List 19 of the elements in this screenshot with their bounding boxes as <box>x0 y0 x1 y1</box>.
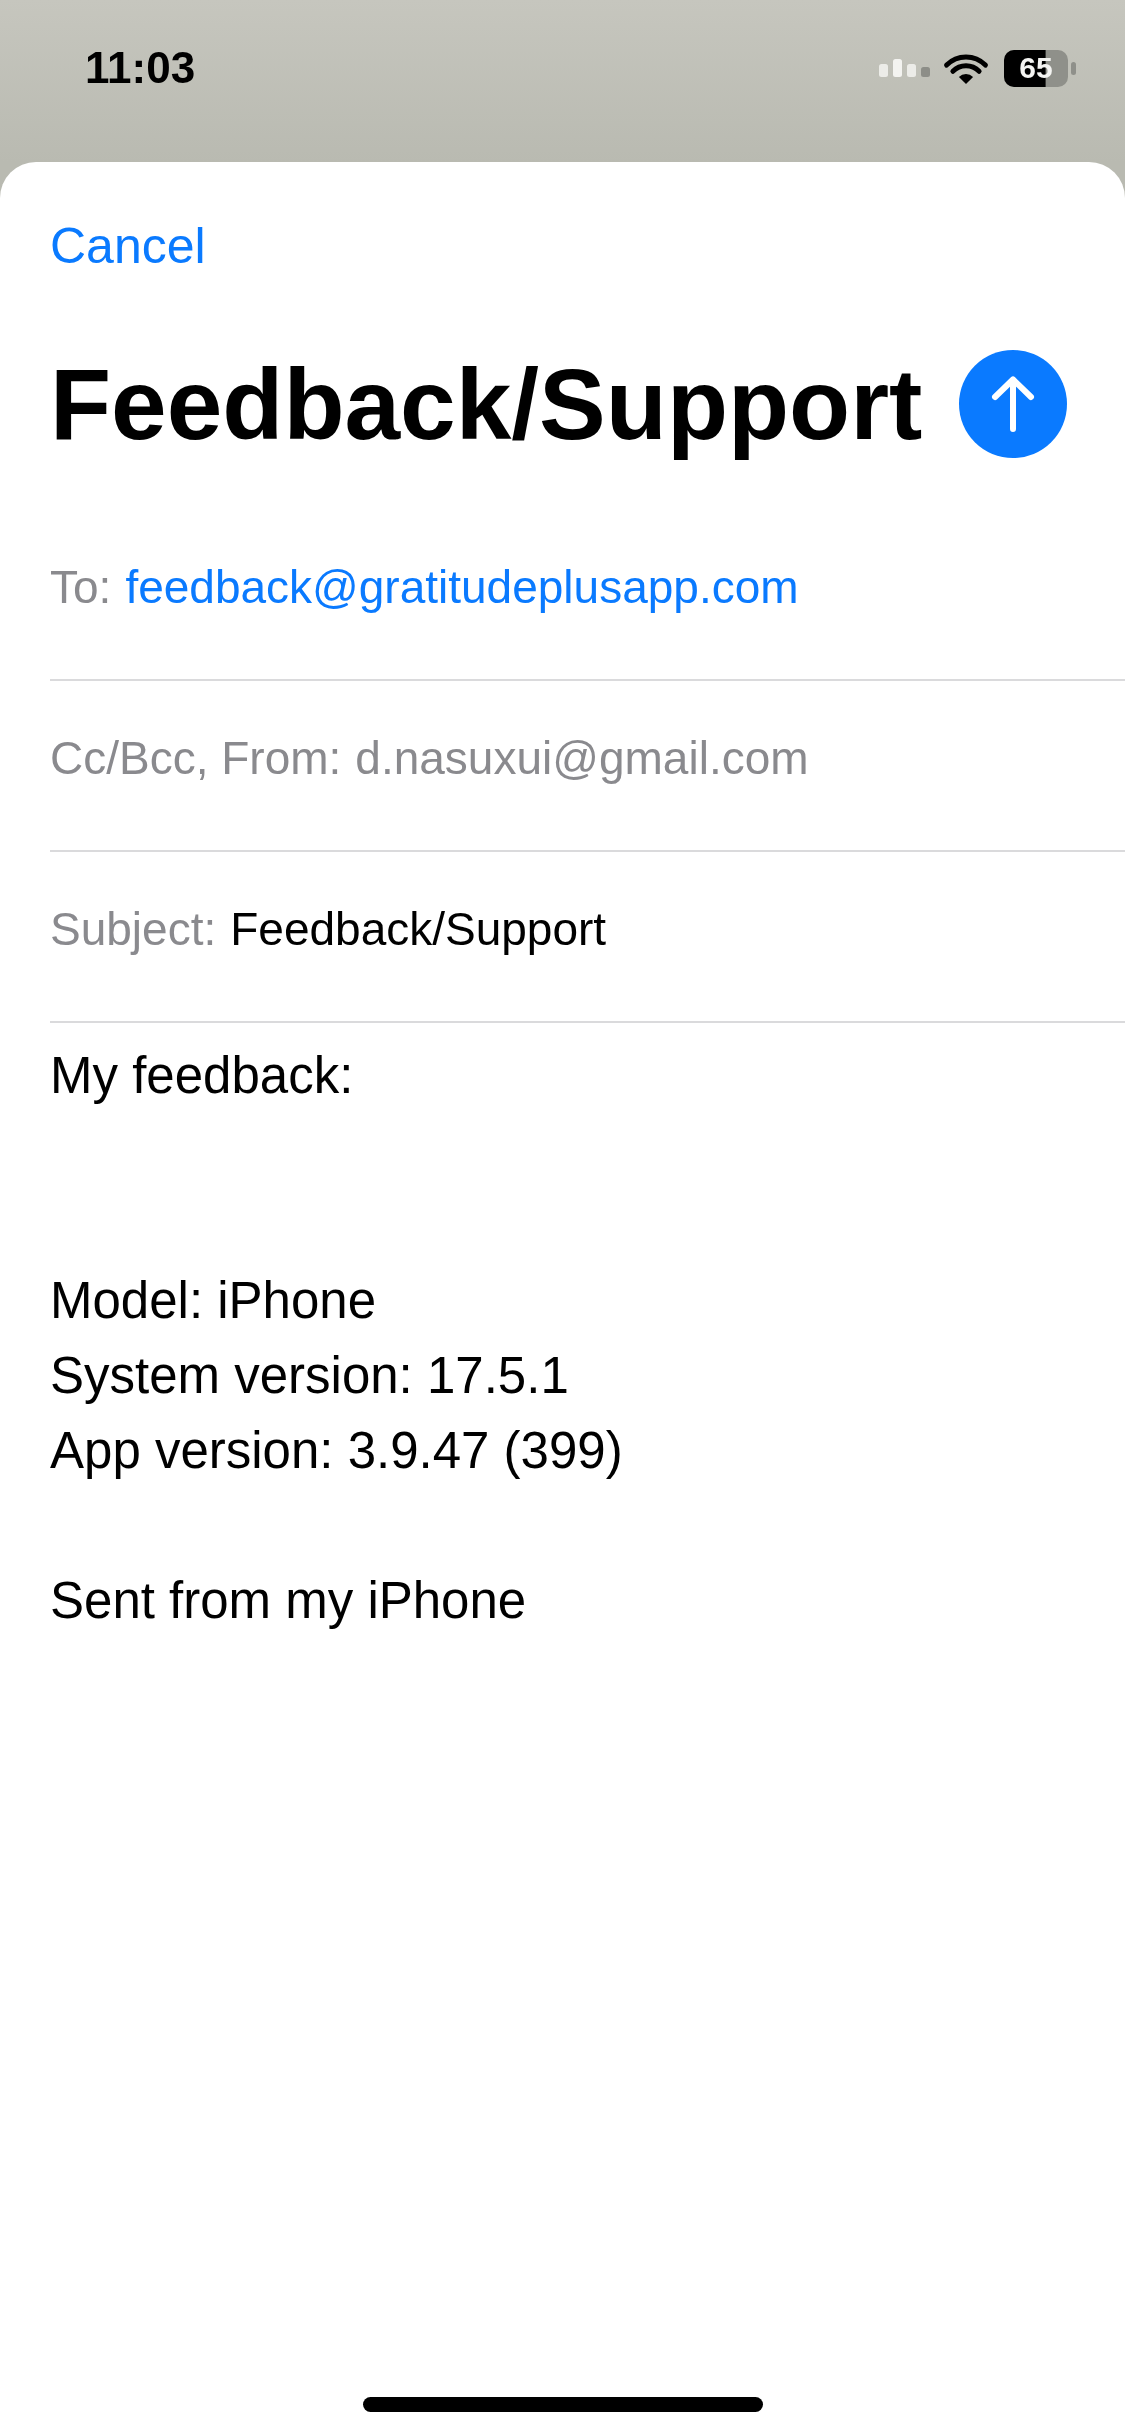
arrow-up-icon <box>991 376 1035 432</box>
compose-title: Feedback/Support <box>50 347 923 462</box>
sender-address: d.nasuxui@gmail.com <box>355 731 809 786</box>
field-label: Cc/Bcc, From: <box>50 731 342 786</box>
message-text: Sent from my iPhone <box>50 1571 528 1631</box>
field-label: To: <box>50 560 112 615</box>
message-text: App version: 3.9.47 (399) <box>50 1421 624 1481</box>
recipient-address: feedback@gratitudeplusapp.com <box>125 560 799 615</box>
recipient-field[interactable]: To: feedback@gratitudeplusapp.com <box>50 510 1125 681</box>
message-text: System version: 17.5.1 <box>50 1346 570 1406</box>
field-label: Subject: <box>50 902 217 957</box>
message-text: Model: iPhone <box>50 1271 378 1331</box>
signal-icon <box>879 59 931 77</box>
subject-text: Feedback/Support <box>230 902 607 957</box>
from-field[interactable]: Cc/Bcc, From: d.nasuxui@gmail.com <box>50 681 1125 852</box>
cancel-button[interactable]: Cancel <box>50 216 206 276</box>
message-text: My feedback: <box>50 1046 355 1106</box>
status-time: 11:03 <box>85 42 196 94</box>
subject-field[interactable]: Subject: Feedback/Support <box>50 852 1125 1023</box>
